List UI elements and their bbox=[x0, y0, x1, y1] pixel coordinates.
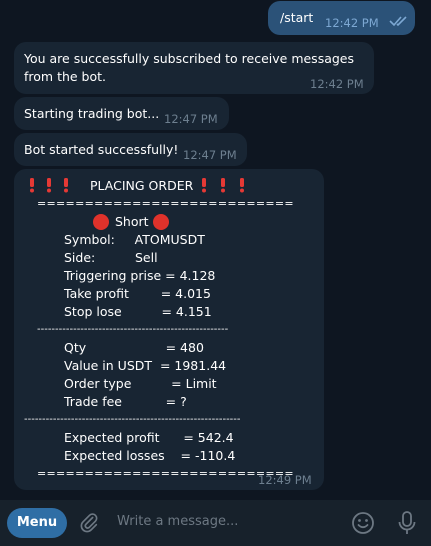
red-circle-icon bbox=[93, 214, 109, 230]
chat-area: /start 12:42 PM You are successfully sub… bbox=[0, 0, 431, 500]
order-value-usdt: Value in USDT = 1981.44 bbox=[64, 358, 227, 373]
microphone-icon[interactable] bbox=[396, 510, 418, 536]
red-circle-icon bbox=[153, 214, 169, 230]
incoming-message-starting: Starting trading bot... 12:47 PM bbox=[14, 97, 229, 130]
paperclip-icon[interactable] bbox=[78, 512, 100, 534]
order-side: Side: Sell bbox=[64, 250, 158, 265]
order-take-profit: Take profit = 4.015 bbox=[64, 286, 211, 301]
exclamation-icon bbox=[30, 178, 68, 193]
separator-dashes: ----------------------------------------… bbox=[24, 414, 241, 425]
outgoing-message: /start 12:42 PM bbox=[268, 1, 415, 35]
emoji-icon[interactable] bbox=[351, 511, 375, 535]
order-side-label: Short bbox=[115, 214, 149, 229]
message-text-line2: from the bot. bbox=[24, 69, 107, 84]
message-time: 12:49 PM bbox=[258, 473, 312, 487]
composer-bar: Menu Write a message... bbox=[0, 500, 431, 546]
message-time: 12:47 PM bbox=[164, 112, 218, 126]
message-text: /start bbox=[280, 10, 314, 25]
message-text: Bot started successfully! bbox=[24, 142, 179, 157]
incoming-message-subscribed: You are successfully subscribed to recei… bbox=[14, 42, 374, 94]
message-time: 12:47 PM bbox=[183, 148, 237, 162]
exclamation-icon bbox=[202, 178, 244, 193]
incoming-message-started: Bot started successfully! 12:47 PM bbox=[14, 133, 247, 166]
order-stop-loss: Stop lose = 4.151 bbox=[64, 304, 212, 319]
message-time: 12:42 PM bbox=[310, 77, 364, 91]
order-trigger-price: Triggering prise = 4.128 bbox=[64, 268, 216, 283]
message-text: Starting trading bot... bbox=[24, 106, 160, 121]
order-title: PLACING ORDER bbox=[90, 178, 194, 193]
order-symbol: Symbol: ATOMUSDT bbox=[64, 232, 205, 247]
message-time: 12:42 PM bbox=[325, 16, 379, 30]
order-trade-fee: Trade fee = ? bbox=[64, 394, 187, 409]
order-expected-profit: Expected profit = 542.4 bbox=[64, 430, 234, 445]
order-type: Order type = Limit bbox=[64, 376, 217, 391]
double-check-icon bbox=[389, 16, 407, 27]
separator-dashes: ----------------------------------------… bbox=[37, 324, 229, 335]
message-text-line1: You are successfully subscribed to recei… bbox=[24, 51, 355, 66]
order-expected-losses: Expected losses = -110.4 bbox=[64, 448, 236, 463]
message-input[interactable]: Write a message... bbox=[117, 514, 238, 529]
separator-equals: =========================== bbox=[37, 467, 294, 480]
menu-button[interactable]: Menu bbox=[7, 508, 67, 538]
incoming-message-order: PLACING ORDER ==========================… bbox=[14, 169, 324, 490]
separator-equals: =========================== bbox=[37, 197, 294, 210]
order-qty: Qty = 480 bbox=[64, 340, 204, 355]
